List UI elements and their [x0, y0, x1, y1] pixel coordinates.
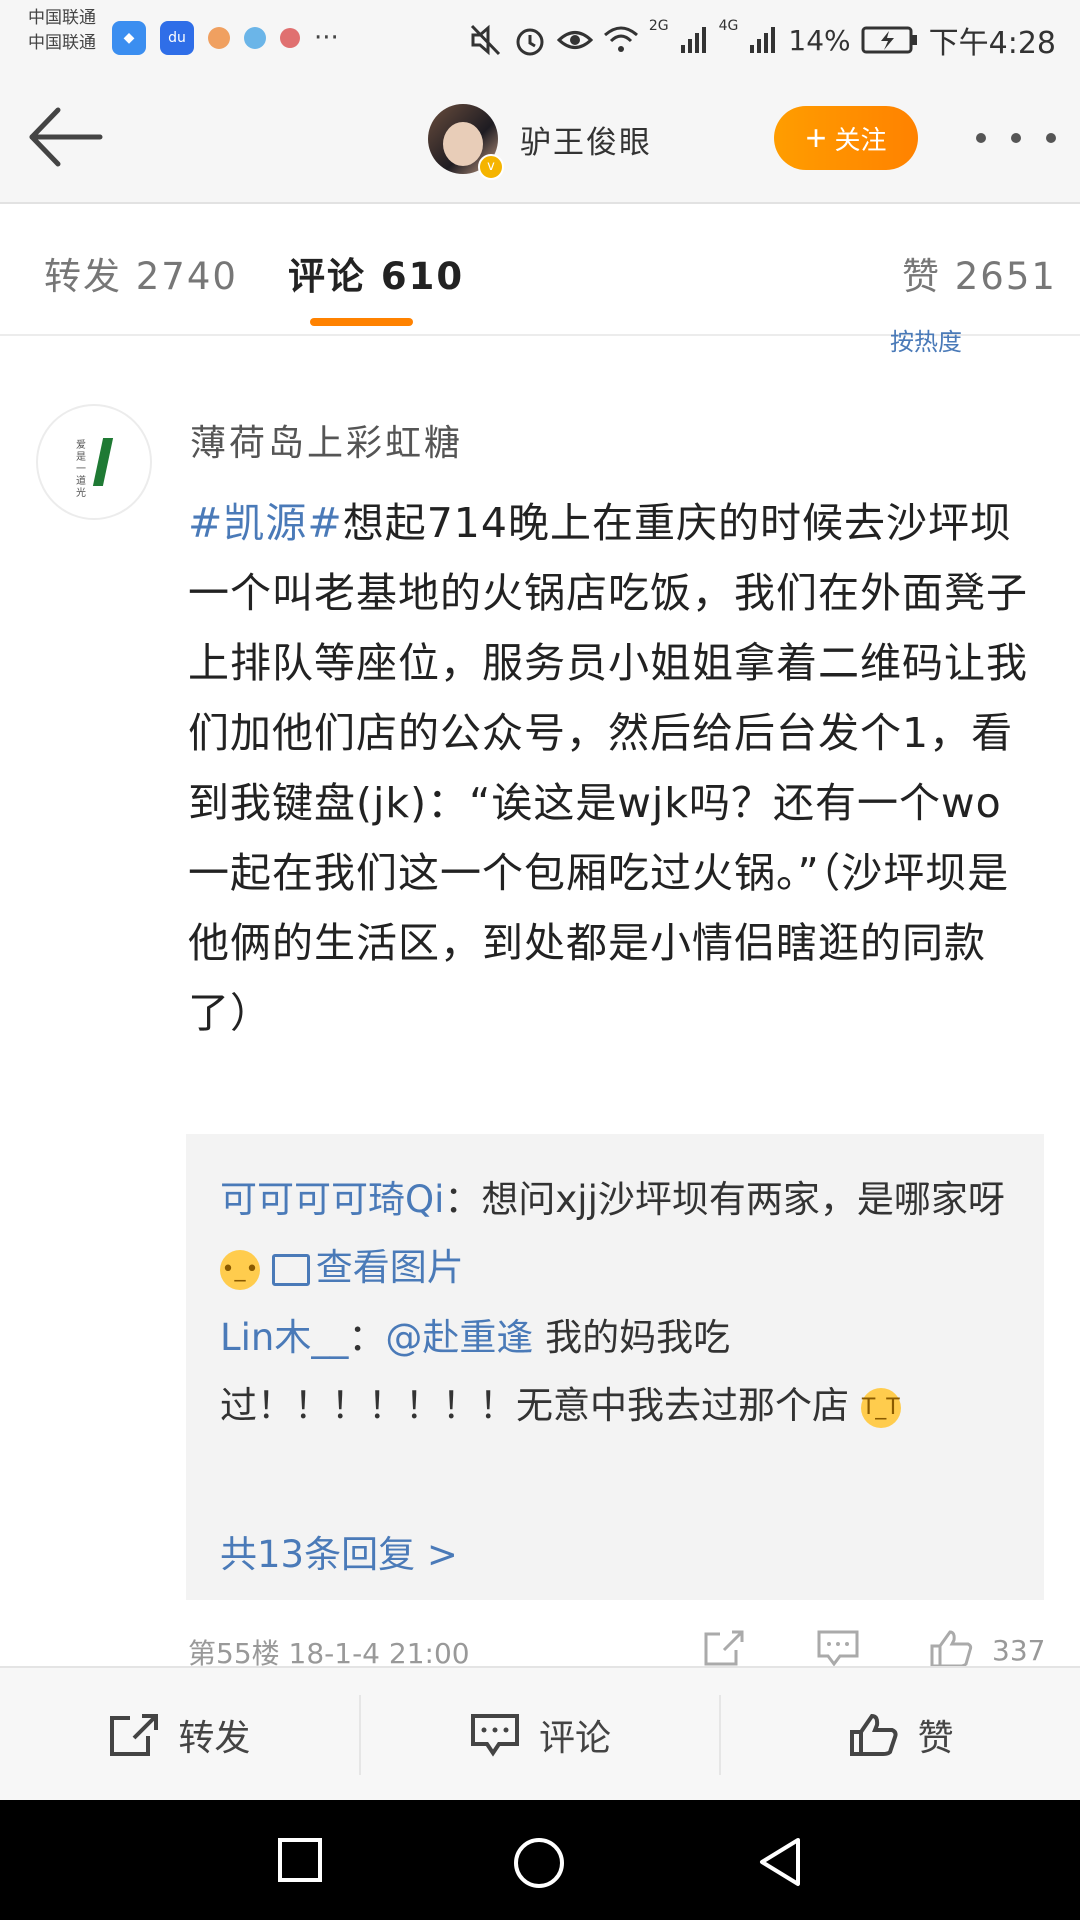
alarm-icon	[516, 28, 544, 56]
pensive-face-icon: •_•	[220, 1249, 260, 1290]
reply-item: Lin木__：@赴重逢 我的妈我吃过！！！！！！！无意中我去过那个店 T_T	[220, 1304, 1020, 1440]
commenter-avatar[interactable]: 爱是一道光	[36, 404, 152, 520]
comment-icon	[471, 1714, 519, 1757]
comment-text: 想起714晚上在重庆的时候去沙坪坝一个叫老基地的火锅店吃饭，我们在外面凳子上排队…	[188, 499, 1028, 1037]
wifi-icon	[603, 26, 638, 52]
orange-app-icon	[208, 27, 230, 49]
back-triangle-icon[interactable]	[756, 1836, 804, 1888]
reply-text: 想问xjj沙坪坝有两家，是哪家呀	[481, 1178, 1005, 1221]
thumbs-up-icon	[849, 1713, 898, 1756]
commenter-name[interactable]: 薄荷岛上彩虹糖	[190, 414, 463, 466]
battery-percent: 14%	[788, 23, 851, 57]
like-button[interactable]: 赞	[721, 1695, 1080, 1775]
avatar-face	[443, 122, 483, 166]
reply-item: 可可可可琦Qi：想问xjj沙坪坝有两家，是哪家呀 •_• 查看图片	[220, 1166, 1020, 1302]
active-tab-indicator	[310, 318, 413, 326]
dot-icon	[1046, 133, 1056, 143]
tab-like[interactable]: 赞 2651	[902, 246, 1057, 300]
carrier-1: 中国联通	[28, 8, 96, 28]
plus-icon: +	[805, 117, 827, 158]
view-image-link[interactable]: 查看图片	[271, 1246, 464, 1289]
comment-reply-icon[interactable]	[816, 1628, 860, 1668]
net-2g-label: 2G	[648, 18, 669, 34]
dot-icon	[976, 133, 986, 143]
notification-icons: ◆ du ···	[112, 18, 339, 58]
home-circle-icon[interactable]	[512, 1836, 566, 1890]
weibo-app-icon	[244, 27, 266, 49]
baidu-app-icon: du	[160, 21, 194, 55]
follow-label: 关注	[834, 124, 887, 155]
repost-label: 转发	[178, 1718, 251, 1759]
replies-box[interactable]: 可可可可琦Qi：想问xjj沙坪坝有两家，是哪家呀 •_• 查看图片 Lin木__…	[186, 1134, 1044, 1600]
repost-icon	[110, 1714, 159, 1756]
red-app-icon	[280, 28, 300, 48]
battery-charging-icon	[861, 26, 917, 54]
signal-1-icon	[680, 27, 706, 53]
back-arrow-icon	[29, 107, 103, 167]
carrier-2: 中国联通	[28, 33, 96, 53]
bottom-toolbar: 转发 评论 赞	[0, 1666, 1080, 1802]
comment-repost-icon[interactable]	[702, 1628, 746, 1668]
hashtag-link[interactable]: #凯源#	[188, 499, 343, 547]
user-name[interactable]: 驴王俊眼	[520, 117, 652, 162]
follow-button[interactable]: + 关注	[774, 106, 918, 170]
tab-repost[interactable]: 转发 2740	[44, 246, 238, 300]
dot-icon	[1011, 133, 1021, 143]
reply-user[interactable]: Lin木__	[220, 1316, 348, 1359]
repost-button[interactable]: 转发	[0, 1695, 361, 1775]
avatar-text: 爱是一道光	[76, 440, 86, 499]
mention-link[interactable]: @赴重逢	[385, 1316, 533, 1359]
reply-separator: ：	[444, 1178, 482, 1221]
more-replies-link[interactable]: 共13条回复 >	[220, 1524, 458, 1578]
comment-like-icon[interactable]	[928, 1628, 976, 1668]
eye-comfort-icon	[556, 31, 593, 49]
status-indicators: 2G 4G 14% 下午4:28	[469, 18, 1056, 62]
view-image-label: 查看图片	[315, 1246, 464, 1289]
lightning-mark	[92, 438, 114, 486]
image-icon	[271, 1253, 310, 1286]
clock: 下午4:28	[928, 26, 1056, 61]
like-label: 赞	[917, 1718, 954, 1759]
signal-2-icon	[750, 27, 776, 53]
comment-label: 评论	[539, 1718, 612, 1759]
more-notifications-icon: ···	[314, 23, 339, 53]
mute-icon	[470, 24, 500, 56]
comment-like-count: 337	[992, 1634, 1046, 1667]
reply-separator: ：	[348, 1316, 386, 1359]
tab-comment[interactable]: 评论 610	[288, 246, 464, 300]
reply-user[interactable]: 可可可可琦Qi	[220, 1178, 444, 1221]
comment-button[interactable]: 评论	[361, 1695, 722, 1775]
more-options-button[interactable]	[976, 120, 1056, 156]
recents-square-icon[interactable]	[276, 1836, 324, 1884]
back-button[interactable]	[24, 100, 104, 174]
carrier-labels: 中国联通 中国联通	[28, 6, 96, 56]
net-4g-label: 4G	[718, 18, 739, 34]
sort-by-hot-link[interactable]: 按热度	[890, 322, 962, 357]
shield-app-icon: ◆	[112, 21, 146, 55]
verified-badge-icon: v	[478, 154, 504, 180]
crying-face-icon: T_T	[860, 1387, 901, 1428]
comment-body: #凯源#想起714晚上在重庆的时候去沙坪坝一个叫老基地的火锅店吃饭，我们在外面凳…	[188, 488, 1028, 1048]
